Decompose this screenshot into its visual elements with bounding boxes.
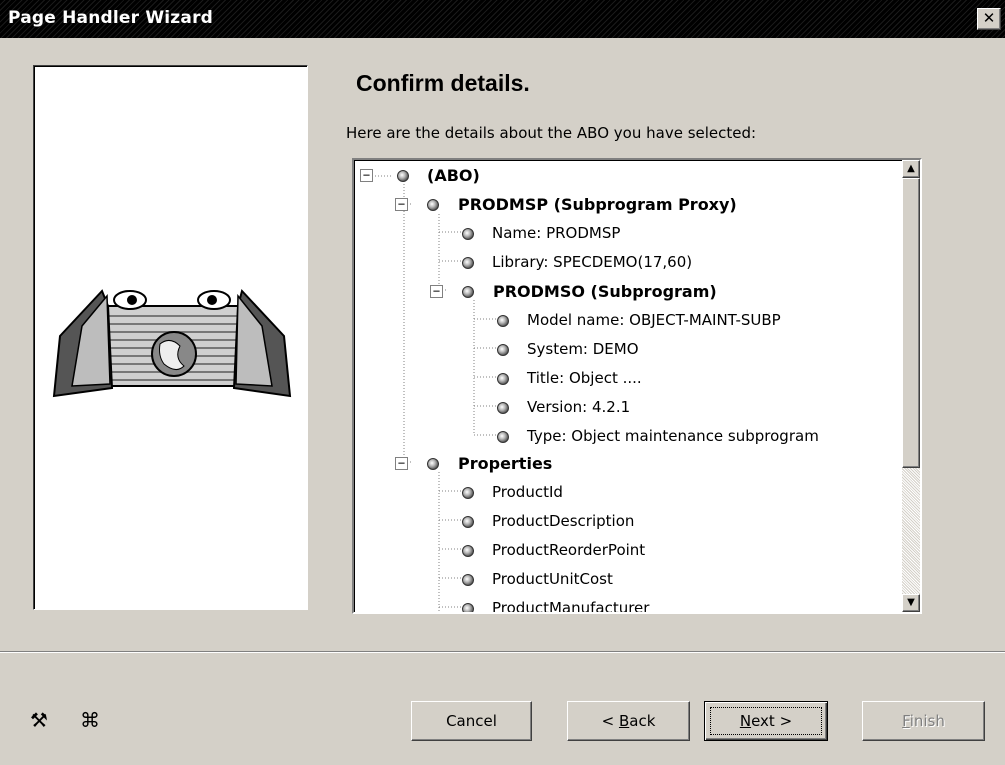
- tree-node-label: (ABO): [427, 166, 480, 185]
- tools-icon[interactable]: ⚒: [30, 708, 48, 732]
- tree-node-label: Version: 4.2.1: [527, 398, 631, 416]
- node-bullet-icon: [427, 199, 439, 211]
- node-bullet-icon: [462, 545, 474, 557]
- collapse-icon[interactable]: −: [430, 285, 443, 298]
- node-bullet-icon: [497, 402, 509, 414]
- tree-node-label: Type: Object maintenance subprogram: [527, 427, 819, 445]
- tree-node-label: ProductDescription: [492, 512, 635, 530]
- node-bullet-icon: [462, 257, 474, 269]
- node-bullet-icon: [462, 516, 474, 528]
- tree-node-label: PRODMSO (Subprogram): [493, 282, 717, 301]
- tree-node-label: Title: Object ....: [527, 369, 642, 387]
- next-button-rest: ext >: [751, 712, 793, 730]
- wizard-picture-panel: [33, 65, 308, 610]
- title-bar[interactable]: Page Handler Wizard ✕: [0, 0, 1005, 38]
- tree-node-label: ProductId: [492, 483, 563, 501]
- node-bullet-icon: [497, 344, 509, 356]
- cancel-button[interactable]: Cancel: [411, 701, 532, 741]
- next-button-accelerator: N: [739, 712, 752, 730]
- back-button-accelerator: B: [618, 712, 630, 730]
- footer-divider: [0, 651, 1005, 653]
- window-title: Page Handler Wizard: [8, 8, 214, 28]
- back-button-rest: ack: [629, 712, 656, 730]
- finish-button-rest: inish: [909, 712, 945, 730]
- scroll-thumb[interactable]: [902, 178, 920, 468]
- node-bullet-icon: [497, 373, 509, 385]
- finish-button: Finish: [862, 701, 985, 741]
- finish-button-accelerator: F: [902, 712, 910, 730]
- node-bullet-icon: [497, 431, 509, 443]
- wizard-window: Page Handler Wizard ✕ Confirm details. H…: [0, 0, 1005, 765]
- scroll-up-button[interactable]: ▲: [902, 160, 920, 178]
- node-bullet-icon: [427, 458, 439, 470]
- scroll-down-button[interactable]: ▼: [902, 594, 920, 612]
- back-button-prefix: <: [601, 712, 619, 730]
- tree-node-label: System: DEMO: [527, 340, 639, 358]
- node-bullet-icon: [462, 603, 474, 612]
- collapse-icon[interactable]: −: [395, 457, 408, 470]
- next-button-focus: Next >: [710, 707, 822, 735]
- intro-text: Here are the details about the ABO you h…: [346, 124, 757, 142]
- node-bullet-icon: [462, 574, 474, 586]
- help-icon[interactable]: ⌘: [80, 708, 100, 732]
- node-bullet-icon: [397, 170, 409, 182]
- abo-details-tree[interactable]: − (ABO) − PRODMSP (Subprogram Proxy) Nam…: [352, 158, 922, 614]
- wizard-illustration-icon: [52, 288, 292, 398]
- tree-scrollbar[interactable]: ▲ ▼: [902, 160, 920, 612]
- collapse-icon[interactable]: −: [360, 169, 373, 182]
- node-bullet-icon: [462, 228, 474, 240]
- tree-node-label: PRODMSP (Subprogram Proxy): [458, 195, 737, 214]
- next-button[interactable]: Next >: [704, 701, 828, 741]
- node-bullet-icon: [497, 315, 509, 327]
- collapse-icon[interactable]: −: [395, 198, 408, 211]
- tree-node-label: ProductManufacturer: [492, 599, 650, 614]
- page-title: Confirm details.: [356, 70, 530, 96]
- tree-node-label: Name: PRODMSP: [492, 224, 621, 242]
- node-bullet-icon: [462, 286, 474, 298]
- tree-node-label: ProductReorderPoint: [492, 541, 646, 559]
- tree-node-label: Library: SPECDEMO(17,60): [492, 253, 693, 271]
- close-button[interactable]: ✕: [977, 8, 1001, 30]
- tree-node-label: ProductUnitCost: [492, 570, 613, 588]
- cancel-button-label: Cancel: [446, 712, 497, 730]
- node-bullet-icon: [462, 487, 474, 499]
- tree-node-label: Model name: OBJECT-MAINT-SUBP: [527, 311, 781, 329]
- back-button[interactable]: < Back: [567, 701, 690, 741]
- tree-node-label: Properties: [458, 454, 553, 473]
